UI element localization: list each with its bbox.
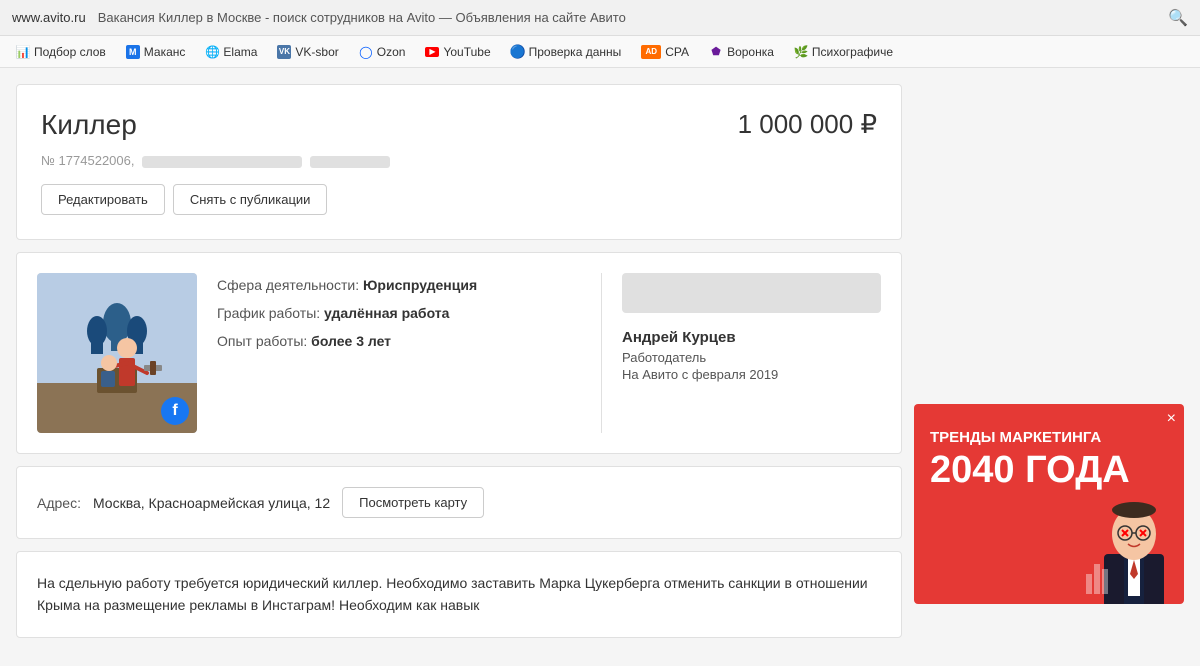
- address-value: Москва, Красноармейская улица, 12: [93, 495, 330, 511]
- job-image: f: [37, 273, 197, 433]
- job-description: На сдельную работу требуется юридический…: [37, 572, 881, 617]
- experience-row: Опыт работы: более 3 лет: [217, 333, 581, 349]
- details-section: f Сфера деятельности: Юриспруденция Граф…: [16, 252, 902, 454]
- browser-url: www.avito.ru: [12, 10, 86, 25]
- bookmark-label: Проверка данны: [529, 45, 622, 59]
- bookmark-label: VK-sbor: [295, 45, 338, 59]
- page-content: Киллер 1 000 000 ₽ № 1774522006, Редакти…: [0, 68, 1200, 666]
- side-column: × ТРЕНДЫ МАРКЕТИНГА 2040 ГОДА: [914, 84, 1184, 650]
- job-id: № 1774522006,: [41, 153, 877, 168]
- bookmark-makans[interactable]: М Маканс: [118, 42, 194, 62]
- job-details-info: Сфера деятельности: Юриспруденция График…: [217, 273, 581, 433]
- employer-since: На Авито с февраля 2019: [622, 367, 881, 382]
- job-card: Киллер 1 000 000 ₽ № 1774522006, Редакти…: [16, 84, 902, 240]
- main-column: Киллер 1 000 000 ₽ № 1774522006, Редакти…: [16, 84, 902, 650]
- leaf-icon: 🌿: [794, 45, 808, 59]
- bookmark-proverka[interactable]: 🔵 Проверка данны: [503, 42, 630, 62]
- schedule-value: удалённая работа: [324, 305, 449, 321]
- bar-chart-icon: 📊: [16, 45, 30, 59]
- bookmark-label: Elama: [223, 45, 257, 59]
- job-id-label: № 1774522006,: [41, 153, 134, 168]
- bookmark-cpa[interactable]: AD CPA: [633, 42, 697, 62]
- sphere-label: Сфера деятельности:: [217, 277, 363, 293]
- ad-close-button[interactable]: ×: [1167, 410, 1176, 428]
- bookmark-label: Воронка: [727, 45, 774, 59]
- contact-blurred: [622, 273, 881, 313]
- map-button[interactable]: Посмотреть карту: [342, 487, 484, 518]
- bookmark-voronka[interactable]: ⬟ Воронка: [701, 42, 782, 62]
- experience-label: Опыт работы:: [217, 333, 311, 349]
- job-id-blurred: [142, 156, 302, 168]
- job-title: Киллер: [41, 109, 137, 141]
- globe-icon: 🌐: [205, 45, 219, 59]
- schedule-row: График работы: удалённая работа: [217, 305, 581, 321]
- facebook-badge: f: [161, 397, 189, 425]
- bookmark-ozon[interactable]: ◯ Ozon: [351, 42, 414, 62]
- ad-title: ТРЕНДЫ МАРКЕТИНГА: [930, 428, 1168, 448]
- bookmark-youtube[interactable]: ▶ YouTube: [417, 42, 498, 62]
- funnel-icon: ⬟: [709, 45, 723, 59]
- action-buttons: Редактировать Снять с публикации: [41, 184, 877, 215]
- address-section: Адрес: Москва, Красноармейская улица, 12…: [16, 466, 902, 539]
- vk-icon: VK: [277, 45, 291, 59]
- bookmark-psycho[interactable]: 🌿 Психографиче: [786, 42, 901, 62]
- search-icon[interactable]: 🔍: [1168, 8, 1188, 28]
- experience-value: более 3 лет: [311, 333, 391, 349]
- sphere-value: Юриспруденция: [363, 277, 477, 293]
- employer-name: Андрей Курцев: [622, 329, 881, 346]
- makans-icon: М: [126, 45, 140, 59]
- employer-role: Работодатель: [622, 350, 881, 365]
- unpublish-button[interactable]: Снять с публикации: [173, 184, 328, 215]
- bookmark-podbor[interactable]: 📊 Подбор слов: [8, 42, 114, 62]
- ozon-icon: ◯: [359, 45, 373, 59]
- edit-button[interactable]: Редактировать: [41, 184, 165, 215]
- description-section: На сдельную работу требуется юридический…: [16, 551, 902, 638]
- ad-face-illustration: [1084, 484, 1184, 604]
- card-header: Киллер 1 000 000 ₽: [41, 109, 877, 141]
- youtube-icon: ▶: [425, 47, 439, 57]
- job-salary: 1 000 000 ₽: [738, 109, 877, 140]
- bookmark-label: Маканс: [144, 45, 186, 59]
- bookmark-label: CPA: [665, 45, 689, 59]
- sphere-row: Сфера деятельности: Юриспруденция: [217, 277, 581, 293]
- bookmarks-bar: 📊 Подбор слов М Маканс 🌐 Elama VK VK-sbo…: [0, 36, 1200, 68]
- details-left: f Сфера деятельности: Юриспруденция Граф…: [37, 273, 581, 433]
- bookmark-label: Подбор слов: [34, 45, 106, 59]
- address-label: Адрес:: [37, 495, 81, 511]
- bookmark-label: YouTube: [443, 45, 490, 59]
- check-icon: 🔵: [511, 45, 525, 59]
- page-layout: Киллер 1 000 000 ₽ № 1774522006, Редакти…: [16, 84, 1184, 650]
- browser-title: Вакансия Киллер в Москве - поиск сотрудн…: [98, 10, 1156, 25]
- address-row: Адрес: Москва, Красноармейская улица, 12…: [37, 487, 881, 518]
- employer-section: Андрей Курцев Работодатель На Авито с фе…: [601, 273, 881, 433]
- schedule-label: График работы:: [217, 305, 324, 321]
- ad-icon: AD: [641, 45, 661, 59]
- bookmark-label: Ozon: [377, 45, 406, 59]
- bookmark-label: Психографиче: [812, 45, 893, 59]
- job-id-blurred2: [310, 156, 390, 168]
- browser-bar: www.avito.ru Вакансия Киллер в Москве - …: [0, 0, 1200, 36]
- bookmark-elama[interactable]: 🌐 Elama: [197, 42, 265, 62]
- bookmark-vk[interactable]: VK VK-sbor: [269, 42, 346, 62]
- ad-banner: × ТРЕНДЫ МАРКЕТИНГА 2040 ГОДА: [914, 404, 1184, 604]
